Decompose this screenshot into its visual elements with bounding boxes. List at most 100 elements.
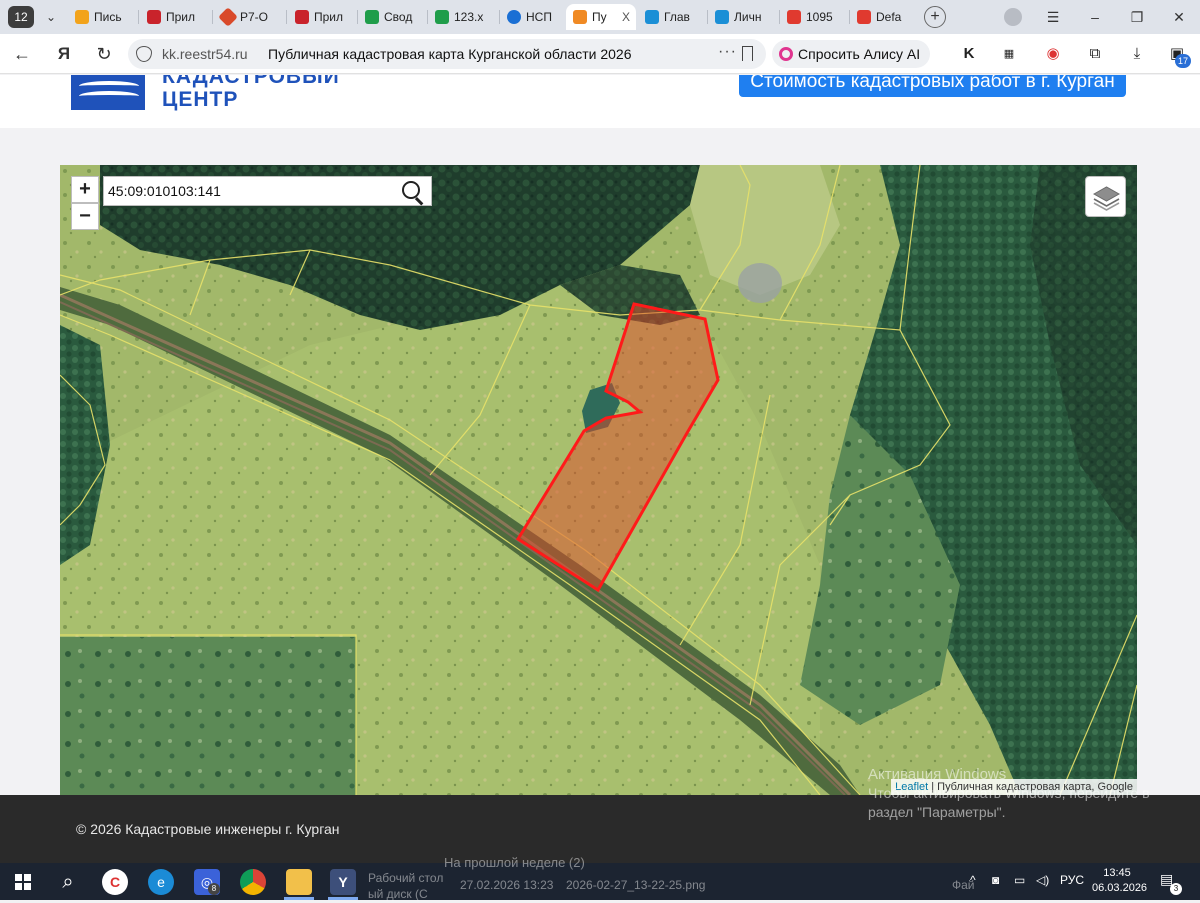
pdf-icon bbox=[787, 10, 801, 24]
activation-title: Активация Windows bbox=[868, 766, 1007, 783]
search-icon[interactable] bbox=[402, 181, 420, 199]
windows-taskbar: ⌕ C e ◎ 8 Y Рабочий стол ый диск (С На п… bbox=[0, 855, 1200, 901]
messenger-badge: 8 bbox=[208, 883, 220, 895]
url-domain: kk.reestr54.ru bbox=[162, 46, 248, 62]
extension-copy-icon[interactable]: ⧉ bbox=[1084, 43, 1106, 65]
edge-icon[interactable]: e bbox=[148, 869, 174, 895]
ghost-file-name: 2026-02-27_13-22-25.png bbox=[566, 878, 706, 892]
tab-main[interactable]: Глав bbox=[638, 4, 706, 30]
layers-button[interactable] bbox=[1085, 176, 1126, 217]
notification-badge: 3 bbox=[1170, 883, 1182, 895]
tab-divider bbox=[286, 10, 287, 24]
new-tab-button[interactable]: + bbox=[924, 6, 946, 28]
mail-icon bbox=[75, 10, 89, 24]
address-field[interactable]: kk.reestr54.ru Публичная кадастровая кар… bbox=[128, 39, 766, 69]
network-icon[interactable]: ▭ bbox=[1014, 873, 1025, 887]
gosuslugi-icon bbox=[645, 10, 659, 24]
document-icon bbox=[147, 10, 161, 24]
close-window-button[interactable]: ✕ bbox=[1166, 6, 1192, 28]
reload-button[interactable]: ↻ bbox=[92, 42, 116, 66]
restore-button[interactable]: ❐ bbox=[1124, 6, 1150, 28]
edge-icon bbox=[507, 10, 521, 24]
tab-nsp[interactable]: НСП bbox=[500, 4, 566, 30]
zoom-out-button[interactable]: − bbox=[71, 203, 99, 230]
profile-avatar[interactable] bbox=[1004, 8, 1022, 26]
spreadsheet-icon bbox=[365, 10, 379, 24]
ghost-desktop-label: Рабочий стол bbox=[368, 871, 444, 885]
cadastral-search-box bbox=[103, 176, 432, 206]
windows-logo-icon bbox=[15, 874, 31, 890]
shield-icon[interactable] bbox=[136, 46, 152, 62]
ghost-week-heading: На прошлой неделе (2) bbox=[444, 855, 585, 870]
app-c-icon[interactable]: C bbox=[102, 869, 128, 895]
activation-line: раздел "Параметры". bbox=[868, 804, 1006, 820]
extension-badge: 17 bbox=[1175, 54, 1191, 68]
tab-divider bbox=[138, 10, 139, 24]
chevron-down-icon[interactable]: ⌄ bbox=[38, 6, 64, 28]
tab-active-map[interactable]: Пу X bbox=[566, 4, 636, 30]
tab-app-1[interactable]: Прил bbox=[140, 4, 210, 30]
minimize-button[interactable]: – bbox=[1082, 6, 1108, 28]
tab-sheet-1[interactable]: Свод bbox=[358, 4, 426, 30]
tab-label: 123.x bbox=[454, 10, 484, 24]
back-button[interactable]: ← bbox=[10, 42, 34, 66]
cadastral-cost-button[interactable]: Стоимость кадастровых работ в г. Курган bbox=[739, 75, 1126, 97]
tab-1095[interactable]: 1095 bbox=[780, 4, 848, 30]
tab-label: Глав bbox=[664, 10, 690, 24]
tab-r7[interactable]: Р7-О bbox=[214, 4, 284, 30]
extension-grid-icon[interactable]: ▦ bbox=[998, 43, 1020, 65]
r7-office-icon bbox=[218, 7, 238, 27]
extension-download-icon[interactable]: ⤓ bbox=[1126, 43, 1148, 65]
selected-parcel[interactable] bbox=[60, 165, 1137, 795]
chrome-icon[interactable] bbox=[240, 869, 266, 895]
tab-label: НСП bbox=[526, 10, 552, 24]
camera-icon[interactable]: ◙ bbox=[992, 873, 999, 887]
gosuslugi-icon bbox=[715, 10, 729, 24]
close-tab-icon[interactable]: X bbox=[622, 4, 630, 30]
logo-icon[interactable] bbox=[71, 75, 145, 110]
file-explorer-icon[interactable] bbox=[286, 869, 312, 895]
cadastral-number-input[interactable] bbox=[104, 177, 394, 205]
ask-alice-button[interactable]: Спросить Алису AI bbox=[772, 40, 930, 68]
tab-label: Пись bbox=[94, 10, 122, 24]
search-icon[interactable]: ⌕ bbox=[55, 869, 81, 895]
volume-icon[interactable]: ◁) bbox=[1036, 873, 1049, 887]
yandex-home-button[interactable]: Я bbox=[52, 42, 76, 66]
spreadsheet-icon bbox=[435, 10, 449, 24]
extension-target-icon[interactable]: ◉ bbox=[1042, 43, 1064, 65]
copyright-text: © 2026 Кадастровые инженеры г. Курган bbox=[76, 821, 340, 837]
yandex-browser-icon[interactable]: Y bbox=[330, 869, 356, 895]
site-header: КАДАСТРОВЫЙ ЦЕНТР Стоимость кадастровых … bbox=[0, 75, 1200, 128]
clock-time: 13:45 bbox=[1103, 867, 1131, 879]
language-indicator[interactable]: РУС bbox=[1060, 873, 1084, 887]
tab-personal[interactable]: Личн bbox=[708, 4, 778, 30]
url-page-title: Публичная кадастровая карта Курганской о… bbox=[268, 46, 632, 62]
zoom-in-button[interactable]: + bbox=[71, 176, 99, 203]
tab-app-2[interactable]: Прил bbox=[288, 4, 356, 30]
tab-label: Личн bbox=[734, 10, 762, 24]
site-footer: © 2026 Кадастровые инженеры г. Курган Ак… bbox=[0, 766, 1200, 863]
extension-k-icon[interactable]: K bbox=[958, 43, 980, 65]
cadastral-map[interactable]: + − Leaflet | Публичная кадастровая карт… bbox=[60, 165, 1137, 795]
logo-text-line1: КАДАСТРОВЫЙ bbox=[162, 75, 340, 88]
home-icon bbox=[573, 10, 587, 24]
tab-label: Defa bbox=[876, 10, 902, 24]
tab-default[interactable]: Defa bbox=[850, 4, 916, 30]
tab-label: Свод bbox=[384, 10, 413, 24]
start-button[interactable] bbox=[10, 869, 36, 895]
address-toolbar: ← Я ↻ kk.reestr54.ru Публичная кадастров… bbox=[0, 34, 1200, 74]
tray-chevron-icon[interactable]: ^ bbox=[970, 873, 976, 887]
bookmark-icon[interactable] bbox=[742, 46, 753, 61]
tab-sheet-2[interactable]: 123.x bbox=[428, 4, 498, 30]
pdf-icon bbox=[857, 10, 871, 24]
clock-date: 06.03.2026 bbox=[1092, 882, 1148, 894]
tab-mail[interactable]: Пись bbox=[68, 4, 136, 30]
browser-tab-strip: 12 ⌄ Пись Прил Р7-О Прил Свод 123.x НСП … bbox=[0, 0, 1200, 34]
tab-label: 1095 bbox=[806, 10, 833, 24]
system-clock[interactable]: 13:45 06.03.2026 bbox=[1092, 866, 1148, 896]
more-icon[interactable]: ··· bbox=[718, 43, 737, 61]
menu-icon[interactable]: ☰ bbox=[1040, 6, 1066, 28]
tab-count-button[interactable]: 12 bbox=[8, 6, 34, 28]
logo-text-line2: ЦЕНТР bbox=[162, 88, 239, 111]
ghost-drive-label: ый диск (С bbox=[368, 887, 428, 901]
